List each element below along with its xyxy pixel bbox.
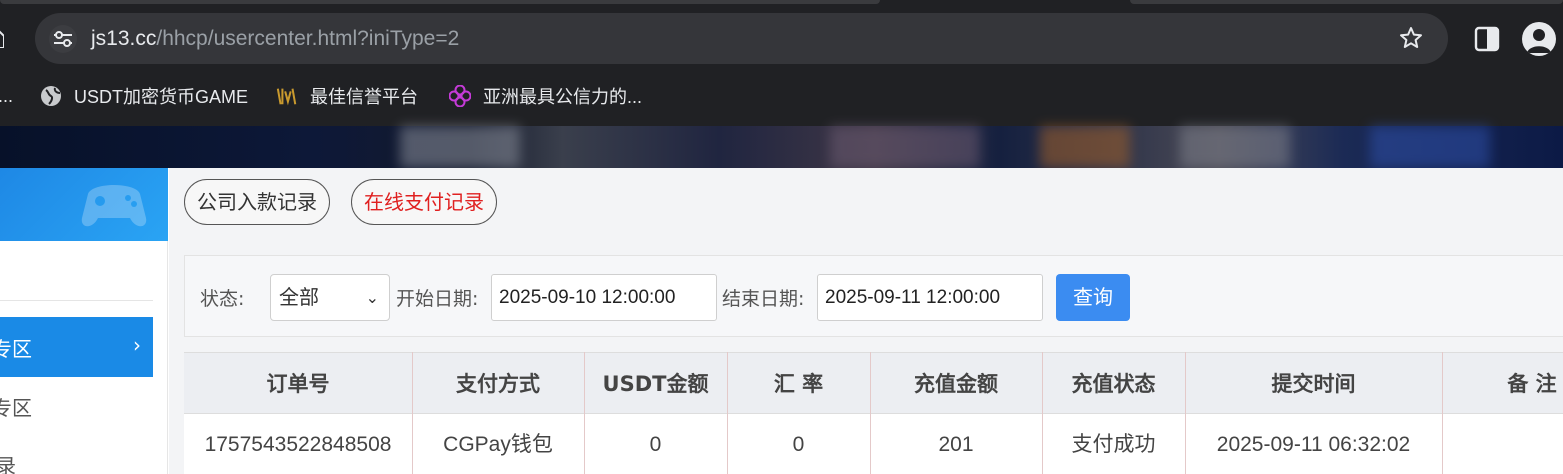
bookmark-item[interactable]: ... [0, 82, 13, 110]
bookmark-label: 最佳信誉平台 [310, 87, 418, 107]
column-divider [727, 352, 728, 474]
column-divider [412, 352, 413, 474]
bookmark-label: USDT加密货币GAME [74, 87, 249, 107]
sidebar-header [0, 168, 168, 241]
header-rate: 汇 率 [773, 372, 824, 396]
table-row[interactable]: 1757543522848508 CGPay钱包 0 0 201 支付成功 20… [184, 414, 1563, 474]
cell-submit-time: 2025-09-11 06:32:02 [1216, 433, 1411, 456]
status-select-value: 全部 [279, 285, 319, 309]
sidebar-item-label: 专区 [0, 396, 32, 420]
flower-icon [449, 85, 471, 107]
bookmark-star-icon[interactable] [1396, 23, 1426, 53]
column-divider [870, 352, 871, 474]
header-usdt-amount: USDT金额 [602, 372, 709, 396]
main-content: 公司入款记录 在线支付记录 状态: 全部 ⌄ 开始日期: 2025-09-10 … [169, 168, 1563, 474]
end-date-label: 结束日期: [722, 288, 805, 310]
user-center-sidebar: 专区 › 专区 录 [0, 168, 168, 474]
cell-pay-method: CGPay钱包 [443, 433, 553, 456]
query-button[interactable]: 查询 [1056, 274, 1130, 321]
cell-recharge-status: 支付成功 [1071, 433, 1156, 456]
filter-bar: 状态: 全部 ⌄ 开始日期: 2025-09-10 12:00:00 结束日期:… [184, 255, 1563, 337]
tab-strip-edge [1130, 0, 1563, 4]
sidebar-item[interactable]: 录 [0, 450, 153, 474]
status-label: 状态: [200, 288, 245, 310]
globe-icon [40, 85, 62, 107]
gamepad-icon [78, 174, 150, 234]
header-recharge-amount: 充值金额 [914, 372, 998, 396]
address-bar[interactable]: js13.cc/hhcp/usercenter.html?iniType=2 [35, 13, 1448, 64]
side-panel-icon[interactable] [1474, 26, 1500, 52]
end-date-input[interactable]: 2025-09-11 12:00:00 [817, 274, 1043, 321]
chevron-down-icon: ⌄ [365, 288, 379, 307]
url-path: /hhcp/usercenter.html?iniType=2 [156, 27, 460, 50]
start-date-label: 开始日期: [396, 288, 479, 310]
sidebar-divider [0, 300, 153, 301]
header-order-no: 订单号 [266, 372, 330, 396]
bookmark-item[interactable]: USDT加密货币GAME [40, 82, 248, 110]
column-divider [1042, 352, 1043, 474]
chevron-right-icon: › [133, 333, 141, 357]
sidebar-item-label: 专区 [0, 337, 32, 361]
bookmark-label: 亚洲最具公信力的... [483, 87, 643, 107]
bookmarks-bar: ... USDT加密货币GAME 最佳信誉平台 亚洲最具公信力的... [0, 78, 1563, 114]
header-remark: 备 注 [1507, 372, 1557, 396]
record-tabs: 公司入款记录 在线支付记录 [169, 168, 1563, 240]
banner-glow [830, 126, 980, 168]
column-divider [1185, 352, 1186, 474]
url-host: js13.cc [91, 27, 157, 50]
profile-avatar-icon[interactable] [1522, 22, 1556, 56]
site-info-icon[interactable] [49, 25, 77, 53]
banner-glow [1040, 126, 1130, 168]
tab-online-payment[interactable]: 在线支付记录 [351, 179, 497, 225]
banner-glow [1370, 126, 1490, 168]
site-logo-icon [276, 85, 298, 107]
status-select[interactable]: 全部 ⌄ [270, 274, 390, 321]
bookmark-label: ... [0, 85, 14, 106]
cell-recharge-amount: 201 [938, 433, 974, 456]
banner-glow [400, 126, 520, 168]
home-icon[interactable] [0, 28, 10, 49]
cell-rate: 0 [792, 433, 805, 456]
site-banner [0, 126, 1563, 168]
sidebar-item[interactable]: 专区 [0, 392, 153, 432]
banner-glow [1180, 126, 1290, 168]
column-divider [584, 352, 585, 474]
bookmark-item[interactable]: 最佳信誉平台 [276, 82, 418, 110]
cell-usdt-amount: 0 [649, 433, 662, 456]
header-recharge-status: 充值状态 [1071, 372, 1156, 396]
cell-remark [1442, 414, 1563, 474]
table-header-row: 订单号 支付方式 USDT金额 汇 率 充值金额 充值状态 提交时间 备 注 [184, 352, 1563, 414]
url-text[interactable]: js13.cc/hhcp/usercenter.html?iniType=2 [91, 25, 459, 52]
sidebar-item-label: 录 [0, 454, 16, 474]
start-date-input[interactable]: 2025-09-10 12:00:00 [491, 274, 717, 321]
browser-chrome: js13.cc/hhcp/usercenter.html?iniType=2 .… [0, 0, 1563, 126]
bookmark-item[interactable]: 亚洲最具公信力的... [449, 82, 642, 110]
column-divider [1442, 352, 1443, 474]
tab-company-deposit[interactable]: 公司入款记录 [184, 179, 330, 225]
header-submit-time: 提交时间 [1271, 372, 1356, 396]
sidebar-item-active[interactable]: 专区 › [0, 317, 153, 377]
header-pay-method: 支付方式 [456, 372, 540, 396]
cell-order-no: 1757543522848508 [204, 433, 392, 456]
tab-strip-edge [0, 0, 880, 4]
